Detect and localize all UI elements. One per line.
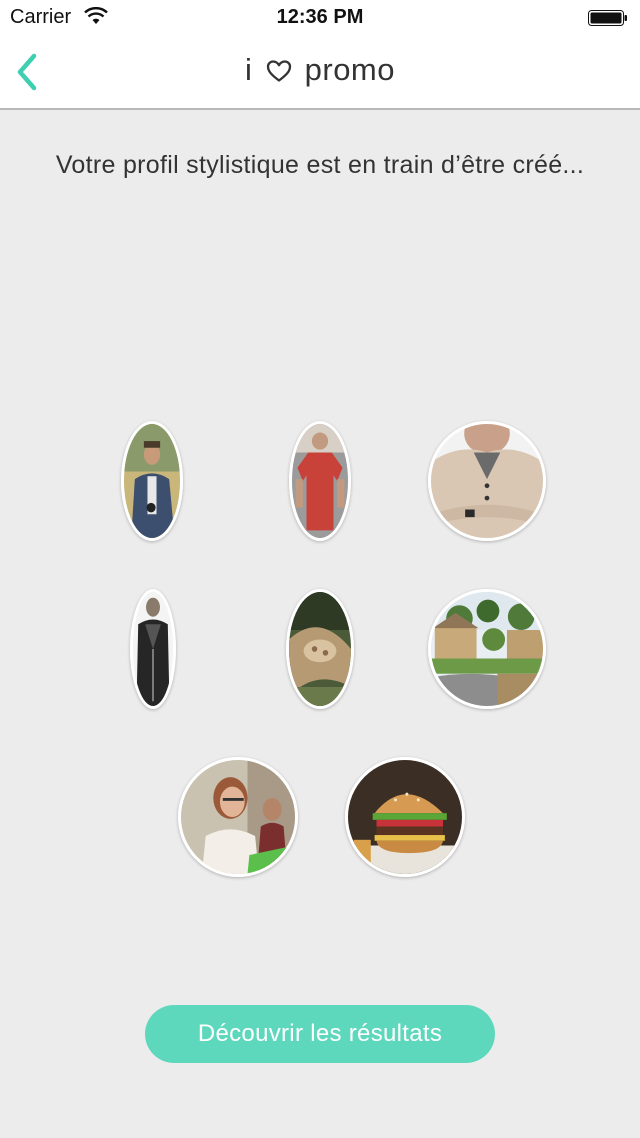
title-prefix: i (244, 52, 253, 87)
title-suffix: promo (304, 52, 395, 87)
battery-icon (588, 10, 627, 26)
thumbnail-village-street[interactable] (428, 589, 546, 709)
navigation-bar: i promo (0, 36, 640, 110)
thumbnail-leather-jacket[interactable] (130, 589, 176, 709)
heart-outline-icon (266, 60, 291, 82)
thumbnail-food-closeup[interactable] (286, 589, 354, 709)
thumbnail-man-with-phone[interactable] (121, 421, 183, 541)
status-message: Votre profil stylistique est en train d’… (55, 151, 585, 179)
clock: 12:36 PM (276, 6, 364, 28)
thumbnail-woman-smiling[interactable] (178, 757, 298, 877)
status-bar: Carrier 12:36 PM (0, 0, 640, 36)
thumbnail-burger[interactable] (345, 757, 465, 877)
thumbnail-knit-sweater[interactable] (428, 421, 546, 541)
app-title: i promo (0, 52, 640, 88)
thumbnail-red-tshirt[interactable] (289, 421, 351, 541)
discover-results-button[interactable]: Découvrir les résultats (145, 1005, 495, 1063)
